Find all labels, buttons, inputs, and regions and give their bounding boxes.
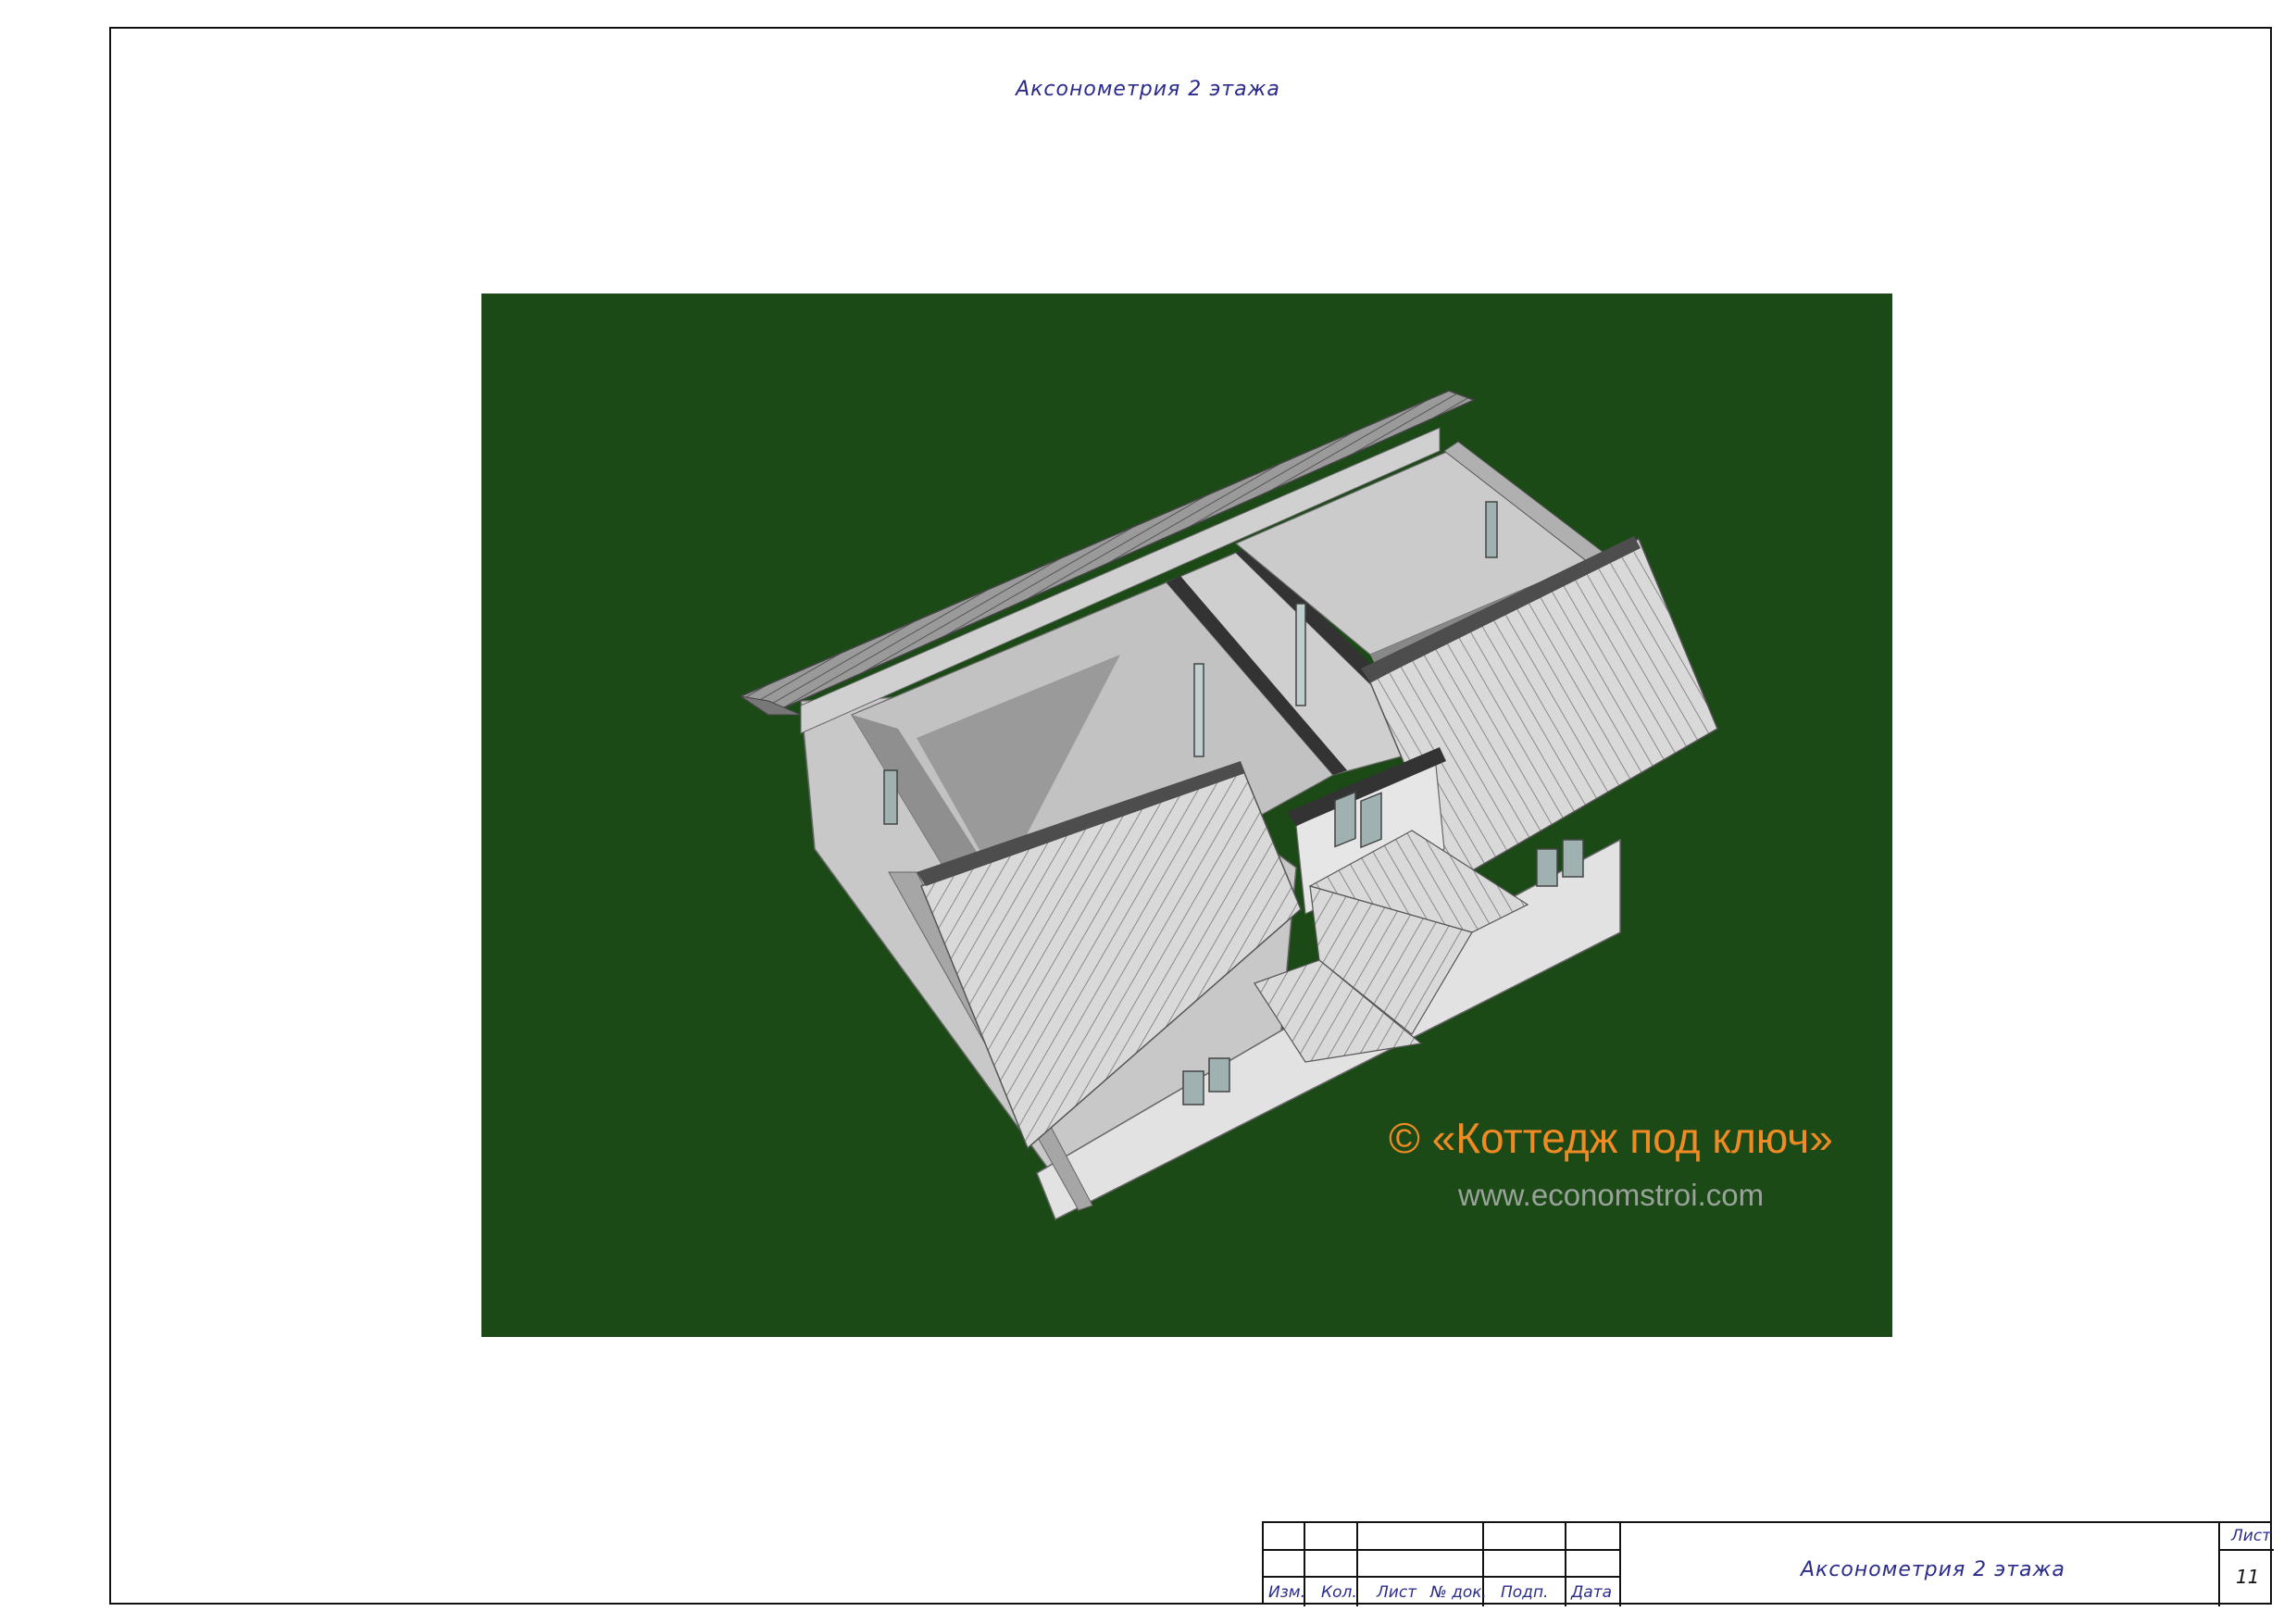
tb-label-podp: Подп. bbox=[1501, 1583, 1549, 1602]
tb-col-line bbox=[1619, 1523, 1621, 1606]
tb-row-line bbox=[2218, 1549, 2274, 1551]
window bbox=[1485, 501, 1498, 558]
window bbox=[1182, 1070, 1204, 1106]
window bbox=[883, 769, 898, 825]
window bbox=[1208, 1057, 1230, 1093]
window bbox=[1360, 792, 1382, 849]
tb-label-kol: Кол. bbox=[1321, 1583, 1357, 1602]
tb-label-izm: Изм. bbox=[1268, 1583, 1305, 1602]
tb-label-data: Дата bbox=[1571, 1583, 1613, 1602]
tb-drawing-title: Аксонометрия 2 этажа bbox=[1801, 1558, 2065, 1581]
tb-col-line bbox=[2218, 1523, 2220, 1606]
window bbox=[1334, 791, 1356, 848]
title-block: Изм. Кол. Лист № док. Подп. Дата Аксоном… bbox=[1262, 1521, 2274, 1606]
watermark-brand: © «Коттедж под ключ» bbox=[1389, 1114, 1833, 1162]
tb-sheet-label: Лист bbox=[2231, 1527, 2272, 1545]
drawing-title: Аксонометрия 2 этажа bbox=[1016, 78, 1280, 101]
window bbox=[1536, 848, 1558, 887]
axonometric-render: © «Коттедж под ключ» www.economstroi.com bbox=[481, 294, 1892, 1337]
tb-col-line bbox=[1565, 1523, 1566, 1606]
window bbox=[1562, 839, 1584, 878]
tb-label-doc: № док. bbox=[1430, 1583, 1487, 1602]
watermark-url: www.economstroi.com bbox=[1458, 1178, 1765, 1212]
door-glass bbox=[1193, 663, 1204, 757]
tb-sheet-number: 11 bbox=[2236, 1566, 2260, 1588]
tb-label-list: Лист bbox=[1377, 1583, 1417, 1602]
door-glass bbox=[1295, 603, 1306, 706]
